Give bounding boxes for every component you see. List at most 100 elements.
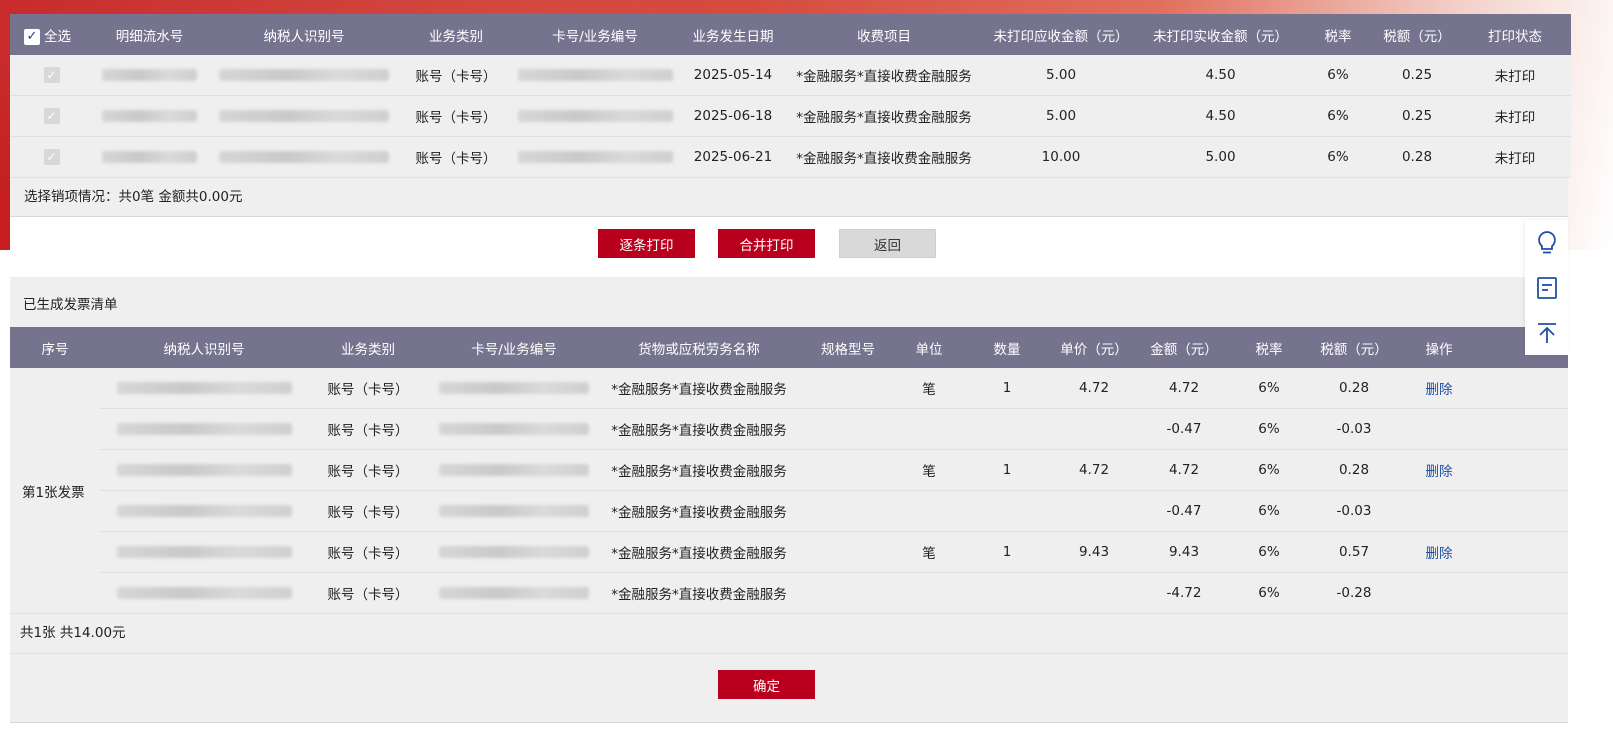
invoice-group-label: 第1张发票 bbox=[10, 368, 100, 614]
spec-cell bbox=[798, 408, 898, 450]
table-row: 账号（卡号） *金融服务*直接收费金融服务 -0.47 6% -0.03 bbox=[10, 408, 1568, 450]
back-button[interactable]: 返回 bbox=[839, 229, 936, 258]
invoice-list-section: 已生成发票清单 序号 纳税人识别号 业务类别 卡号/业务编号 货物或应税劳务名称… bbox=[10, 277, 1568, 723]
taxpayer-id-cell bbox=[206, 95, 402, 137]
row-checkbox[interactable]: ✓ bbox=[43, 149, 60, 165]
row-checkbox-cell[interactable]: ✓ bbox=[10, 95, 93, 137]
delete-link[interactable]: 删除 bbox=[1426, 464, 1453, 480]
row-checkbox-cell[interactable]: ✓ bbox=[10, 136, 93, 178]
quantity-cell: 1 bbox=[960, 368, 1054, 409]
col-amount: 金额（元） bbox=[1134, 327, 1234, 368]
spacer-cell bbox=[1474, 408, 1568, 450]
invoice-list-table: 序号 纳税人识别号 业务类别 卡号/业务编号 货物或应税劳务名称 规格型号 单位… bbox=[10, 327, 1568, 614]
rate-cell: 6% bbox=[1234, 408, 1304, 450]
masked-card-number bbox=[517, 151, 673, 163]
serial-no-cell bbox=[93, 136, 206, 178]
delete-link[interactable]: 删除 bbox=[1426, 546, 1453, 562]
masked-taxpayer-id bbox=[116, 423, 292, 435]
fee-item-cell: *金融服务*直接收费金融服务 bbox=[786, 95, 982, 137]
rate-cell: 6% bbox=[1301, 55, 1375, 96]
taxpayer-id-cell bbox=[100, 449, 308, 491]
document-icon[interactable] bbox=[1525, 265, 1568, 310]
amount-cell: 9.43 bbox=[1134, 531, 1234, 573]
masked-taxpayer-id bbox=[219, 69, 389, 81]
lightbulb-icon[interactable] bbox=[1525, 220, 1568, 265]
invoice-total-summary: 共1张 共14.00元 bbox=[10, 614, 1568, 654]
masked-card-number bbox=[439, 546, 589, 558]
col-unit-price: 单价（元） bbox=[1054, 327, 1134, 368]
masked-taxpayer-id bbox=[116, 546, 292, 558]
tax-cell: -0.03 bbox=[1304, 490, 1404, 532]
taxpayer-id-cell bbox=[100, 408, 308, 450]
col-unit: 单位 bbox=[898, 327, 960, 368]
tax-cell: -0.03 bbox=[1304, 408, 1404, 450]
spec-cell bbox=[798, 368, 898, 409]
goods-name-cell: *金融服务*直接收费金融服务 bbox=[600, 408, 798, 450]
unit-price-cell: 9.43 bbox=[1054, 531, 1134, 573]
operation-cell bbox=[1404, 572, 1474, 614]
rate-cell: 6% bbox=[1301, 136, 1375, 178]
spec-cell bbox=[798, 531, 898, 573]
unit-cell bbox=[898, 408, 960, 450]
spec-cell bbox=[798, 490, 898, 532]
quantity-cell: 1 bbox=[960, 449, 1054, 491]
goods-name-cell: *金融服务*直接收费金融服务 bbox=[600, 490, 798, 532]
invoice-list-title: 已生成发票清单 bbox=[23, 297, 118, 313]
row-checkbox-cell[interactable]: ✓ bbox=[10, 55, 93, 96]
selection-summary: 选择销项情况：共0笔 金额共0.00元 bbox=[10, 178, 1568, 217]
taxpayer-id-cell bbox=[100, 531, 308, 573]
col-unprinted-received: 未打印实收金额（元） bbox=[1140, 14, 1301, 55]
spacer-cell bbox=[1474, 572, 1568, 614]
col-quantity: 数量 bbox=[960, 327, 1054, 368]
spec-cell bbox=[798, 449, 898, 491]
receivable-cell: 10.00 bbox=[982, 136, 1140, 178]
category-cell: 账号（卡号） bbox=[308, 368, 428, 409]
masked-card-number bbox=[439, 587, 589, 599]
unit-price-cell: 4.72 bbox=[1054, 368, 1134, 409]
rate-cell: 6% bbox=[1234, 449, 1304, 491]
tax-cell: -0.28 bbox=[1304, 572, 1404, 614]
unit-price-cell bbox=[1054, 490, 1134, 532]
select-all-checkbox[interactable]: ✓ bbox=[24, 28, 40, 45]
tax-cell: 0.57 bbox=[1304, 531, 1404, 573]
row-checkbox[interactable]: ✓ bbox=[43, 67, 60, 83]
back-to-top-icon[interactable] bbox=[1525, 310, 1568, 355]
merge-print-button[interactable]: 合并打印 bbox=[718, 229, 815, 258]
rate-cell: 6% bbox=[1234, 368, 1304, 409]
masked-card-number bbox=[439, 423, 589, 435]
print-each-button[interactable]: 逐条打印 bbox=[598, 229, 695, 258]
spec-cell bbox=[798, 572, 898, 614]
amount-cell: 4.72 bbox=[1134, 368, 1234, 409]
col-tax-amount: 税额（元） bbox=[1304, 327, 1404, 368]
col-tax-rate: 税率 bbox=[1301, 14, 1375, 55]
card-number-cell bbox=[510, 95, 680, 137]
operation-cell bbox=[1404, 490, 1474, 532]
table-row: 账号（卡号） *金融服务*直接收费金融服务 笔 1 4.72 4.72 6% 0… bbox=[10, 449, 1568, 491]
card-number-cell bbox=[510, 136, 680, 178]
delete-link[interactable]: 删除 bbox=[1426, 382, 1453, 398]
masked-serial-no bbox=[102, 69, 197, 81]
amount-cell: -0.47 bbox=[1134, 408, 1234, 450]
row-checkbox[interactable]: ✓ bbox=[43, 108, 60, 124]
select-all-cell[interactable]: ✓ 全选 bbox=[10, 14, 93, 55]
confirm-button[interactable]: 确定 bbox=[718, 670, 815, 699]
goods-name-cell: *金融服务*直接收费金融服务 bbox=[600, 531, 798, 573]
quantity-cell bbox=[960, 490, 1054, 532]
amount-cell: -0.47 bbox=[1134, 490, 1234, 532]
taxpayer-id-cell bbox=[206, 136, 402, 178]
rate-cell: 6% bbox=[1301, 95, 1375, 137]
category-cell: 账号（卡号） bbox=[308, 572, 428, 614]
col-business-date: 业务发生日期 bbox=[680, 14, 786, 55]
col-goods-name: 货物或应税劳务名称 bbox=[600, 327, 798, 368]
pending-table-header: ✓ 全选 明细流水号 纳税人识别号 业务类别 卡号/业务编号 业务发生日期 收费项… bbox=[10, 14, 1571, 55]
table-row: 账号（卡号） *金融服务*直接收费金融服务 -4.72 6% -0.28 bbox=[10, 572, 1568, 614]
masked-card-number bbox=[517, 110, 673, 122]
unit-cell: 笔 bbox=[898, 368, 960, 409]
col-operation: 操作 bbox=[1404, 327, 1474, 368]
quantity-cell bbox=[960, 572, 1054, 614]
amount-cell: -4.72 bbox=[1134, 572, 1234, 614]
received-cell: 5.00 bbox=[1140, 136, 1301, 178]
goods-name-cell: *金融服务*直接收费金融服务 bbox=[600, 368, 798, 409]
spacer-cell bbox=[1474, 531, 1568, 573]
card-number-cell bbox=[428, 449, 600, 491]
